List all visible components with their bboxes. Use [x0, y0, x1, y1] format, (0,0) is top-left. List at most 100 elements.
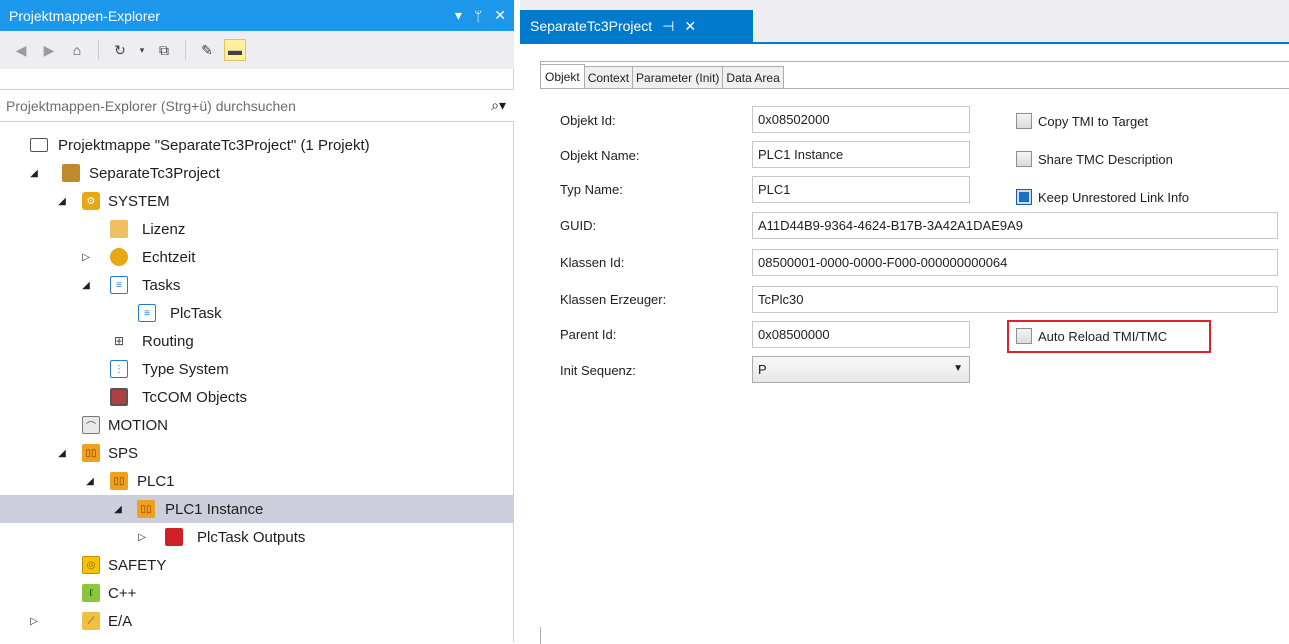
expand-arrow-icon[interactable]: ▷: [136, 532, 148, 543]
pin-icon[interactable]: ᛘ: [474, 8, 482, 24]
parent-id-field[interactable]: 0x08500000: [752, 321, 970, 348]
sps-icon: ▯▯: [82, 444, 100, 462]
expand-arrow-icon[interactable]: ◢: [112, 504, 124, 515]
tree-item-tasks[interactable]: ◢ ≡ Tasks: [0, 271, 514, 299]
expand-arrow-icon[interactable]: ◢: [56, 196, 68, 207]
tree-item-label: Type System: [142, 360, 229, 378]
klassen-erzeuger-field[interactable]: TcPlc30: [752, 286, 1278, 313]
tree-item-label: C++: [108, 584, 137, 602]
objekt-name-field[interactable]: PLC1 Instance: [752, 141, 970, 168]
routing-icon: ⊞: [110, 332, 128, 350]
objekt-name-label: Objekt Name:: [560, 148, 640, 163]
tree-item-plctask[interactable]: ≡ PlcTask: [0, 299, 514, 327]
properties-wrench-icon[interactable]: ✎: [196, 39, 218, 61]
preview-selected-icon[interactable]: ▬: [224, 39, 246, 61]
init-sequenz-select[interactable]: P ▼: [752, 356, 970, 383]
init-sequenz-label: Init Sequenz:: [560, 363, 636, 378]
tree-item-label: Echtzeit: [142, 248, 196, 266]
tree-item-plc1[interactable]: ◢ ▯▯ PLC1: [0, 467, 514, 495]
init-sequenz-value: P: [758, 362, 767, 377]
solution-explorer-search[interactable]: Projektmappen-Explorer (Strg+ü) durchsuc…: [0, 89, 514, 122]
tree-item-sps[interactable]: ◢ ▯▯ SPS: [0, 439, 514, 467]
copy-tmi-label: Copy TMI to Target: [1038, 113, 1149, 129]
close-tab-icon[interactable]: ✕: [684, 18, 696, 35]
solution-explorer-title: Projektmappen-Explorer: [9, 7, 160, 24]
share-tmc-checkbox[interactable]: Share TMC Description: [1016, 151, 1173, 167]
document-tabstrip: SeparateTc3Project ⊣ ✕: [520, 0, 1289, 42]
tab-data-area[interactable]: Data Area: [722, 66, 784, 88]
tree-item-plctask-outputs[interactable]: ▷ PlcTask Outputs: [0, 523, 514, 551]
tree-item-license[interactable]: Lizenz: [0, 215, 514, 243]
typ-name-field[interactable]: PLC1: [752, 176, 970, 203]
document-tab[interactable]: SeparateTc3Project ⊣ ✕: [520, 10, 753, 42]
auto-reload-checkbox[interactable]: Auto Reload TMI/TMC: [1016, 328, 1167, 344]
auto-reload-label: Auto Reload TMI/TMC: [1038, 328, 1168, 344]
tree-item-label: Projektmappe "SeparateTc3Project" (1 Pro…: [58, 136, 370, 154]
back-icon[interactable]: ◀: [10, 39, 32, 61]
keep-unrestored-label: Keep Unrestored Link Info: [1038, 189, 1190, 205]
project-icon: [62, 164, 80, 182]
collapse-all-icon[interactable]: ⧉: [153, 39, 175, 61]
expand-arrow-icon[interactable]: ▷: [80, 252, 92, 263]
license-icon: [110, 220, 128, 238]
tree-item-project[interactable]: ◢ SeparateTc3Project: [0, 159, 514, 187]
tree-item-solution[interactable]: Projektmappe "SeparateTc3Project" (1 Pro…: [0, 131, 514, 159]
task-icon: ≡: [138, 304, 156, 322]
solution-explorer-titlebar: Projektmappen-Explorer ▾ ᛘ ✕: [0, 0, 514, 31]
forward-icon[interactable]: ▶: [38, 39, 60, 61]
close-icon[interactable]: ✕: [494, 7, 506, 24]
system-icon: ⚙: [82, 192, 100, 210]
tree-item-realtime[interactable]: ▷ Echtzeit: [0, 243, 514, 271]
home-icon[interactable]: ⌂: [66, 39, 88, 61]
solution-explorer-toolbar: ◀ ▶ ⌂ ↻ ▾ ⧉ ✎ ▬: [0, 31, 514, 69]
expand-arrow-icon[interactable]: ◢: [80, 280, 92, 291]
expand-arrow-icon[interactable]: ◢: [28, 168, 40, 179]
tab-parameter-init[interactable]: Parameter (Init): [632, 66, 724, 88]
sync-icon[interactable]: ↻: [109, 39, 131, 61]
tree-item-io[interactable]: ▷ ⟋ E/A: [0, 607, 514, 635]
checkbox-box[interactable]: [1016, 328, 1032, 344]
search-icon[interactable]: ⌕▾: [491, 97, 506, 114]
plc-icon: ▯▯: [110, 472, 128, 490]
tree-item-label: SYSTEM: [108, 192, 170, 210]
tree-item-label: E/A: [108, 612, 133, 630]
expand-arrow-icon[interactable]: ▷: [28, 616, 40, 627]
checkbox-box[interactable]: [1016, 151, 1032, 167]
tree-item-label: PLC1: [137, 472, 175, 490]
tree-item-plc1-instance[interactable]: ◢ ▯▯ PLC1 Instance: [0, 495, 514, 523]
solution-tree: Projektmappe "SeparateTc3Project" (1 Pro…: [0, 131, 514, 635]
expand-arrow-icon[interactable]: ◢: [84, 476, 96, 487]
tree-item-system[interactable]: ◢ ⚙ SYSTEM: [0, 187, 514, 215]
search-input[interactable]: Projektmappen-Explorer (Strg+ü) durchsuc…: [6, 98, 296, 114]
pin-tab-icon[interactable]: ⊣: [662, 18, 674, 35]
tree-item-motion[interactable]: ⌒ MOTION: [0, 411, 514, 439]
tree-item-label: Routing: [142, 332, 194, 350]
keep-unrestored-checkbox[interactable]: Keep Unrestored Link Info: [1016, 189, 1189, 205]
plc-instance-icon: ▯▯: [137, 500, 155, 518]
tasks-icon: ≡: [110, 276, 128, 294]
tree-item-label: SeparateTc3Project: [89, 164, 220, 182]
tree-item-type-system[interactable]: ⋮ Type System: [0, 355, 514, 383]
klassen-id-field[interactable]: 08500001-0000-0000-F000-000000000064: [752, 249, 1278, 276]
klassen-erzeuger-label: Klassen Erzeuger:: [560, 292, 667, 307]
objekt-id-field[interactable]: 0x08502000: [752, 106, 970, 133]
property-tabs: Objekt Context Parameter (Init) Data Are…: [540, 64, 784, 88]
tree-item-safety[interactable]: ◎ SAFETY: [0, 551, 514, 579]
tccom-icon: [110, 388, 128, 406]
tab-objekt[interactable]: Objekt: [540, 64, 585, 88]
document-panel: SeparateTc3Project ⊣ ✕ Objekt Context Pa…: [520, 0, 1289, 644]
guid-field[interactable]: A11D44B9-9364-4624-B17B-3A42A1DAE9A9: [752, 212, 1278, 239]
copy-tmi-checkbox[interactable]: Copy TMI to Target: [1016, 113, 1148, 129]
checkbox-box[interactable]: [1016, 113, 1032, 129]
expand-arrow-icon[interactable]: ◢: [56, 448, 68, 459]
checkbox-box-checked[interactable]: [1016, 189, 1032, 205]
objekt-id-label: Objekt Id:: [560, 113, 616, 128]
window-position-dropdown-icon[interactable]: ▾: [455, 7, 462, 24]
tab-context[interactable]: Context: [583, 66, 634, 88]
dropdown-icon[interactable]: ▾: [137, 39, 147, 61]
tree-item-routing[interactable]: ⊞ Routing: [0, 327, 514, 355]
tree-item-label: PLC1 Instance: [165, 500, 264, 518]
io-icon: ⟋: [82, 612, 100, 630]
tree-item-cpp[interactable]: ℓ C++: [0, 579, 514, 607]
tree-item-tccom-objects[interactable]: TcCOM Objects: [0, 383, 514, 411]
